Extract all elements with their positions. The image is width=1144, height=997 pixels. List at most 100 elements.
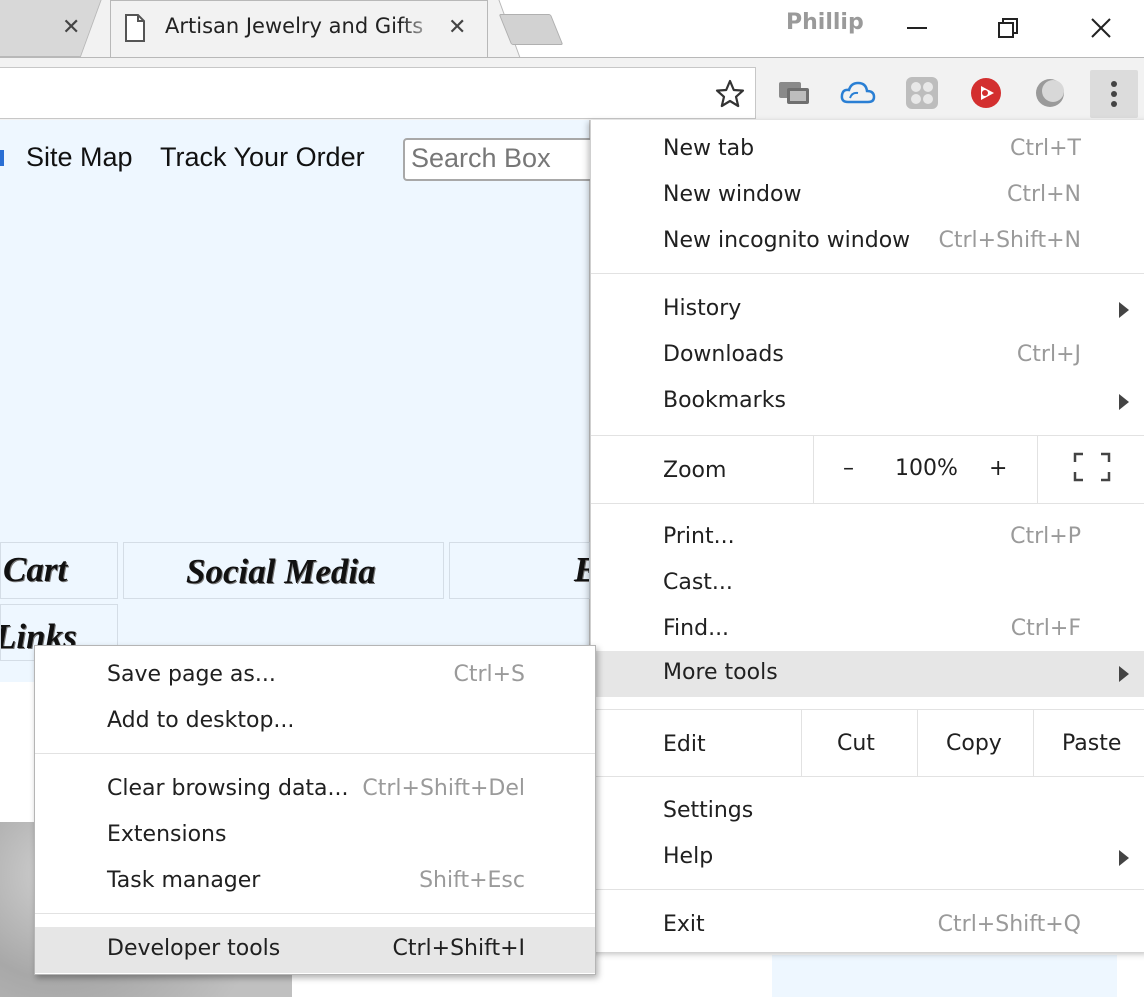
submenu-label: Task manager	[107, 868, 261, 893]
submenu-developer-tools[interactable]: Developer tools Ctrl+Shift+I	[35, 927, 595, 973]
submenu-label: Add to desktop...	[107, 708, 295, 733]
play-icon[interactable]	[967, 74, 1005, 112]
menu-new-window[interactable]: New window Ctrl+N	[591, 173, 1144, 219]
menu-label: New window	[663, 182, 802, 207]
menu-label: Print...	[663, 524, 735, 549]
menu-label: New incognito window	[663, 228, 911, 253]
submenu-shortcut: Ctrl+S	[453, 662, 525, 687]
submenu-shortcut: Shift+Esc	[419, 868, 525, 893]
menu-label: Cast...	[663, 570, 733, 595]
menu-label: Exit	[663, 912, 705, 937]
submenu-add-desktop[interactable]: Add to desktop...	[35, 699, 595, 745]
menu-label: More tools	[663, 660, 778, 685]
address-bar[interactable]	[0, 67, 756, 119]
submenu-shortcut: Ctrl+Shift+I	[392, 936, 525, 961]
edit-divider	[1033, 710, 1034, 776]
menu-print[interactable]: Print... Ctrl+P	[591, 515, 1144, 561]
cell-social-media[interactable]: Social Media	[123, 542, 444, 599]
page-bottom-blue	[772, 955, 1117, 997]
chat-icon[interactable]	[775, 74, 813, 112]
zoom-divider	[813, 436, 814, 503]
menu-separator	[591, 776, 1144, 777]
menu-zoom: Zoom	[591, 449, 1144, 495]
edit-divider	[917, 710, 918, 776]
cell-social-label: Social Media	[186, 552, 376, 591]
tab-close-icon[interactable]: ✕	[62, 17, 80, 39]
profile-name[interactable]: Phillip	[786, 10, 864, 35]
nav-track-order[interactable]: Track Your Order	[160, 142, 365, 173]
menu-label: Find...	[663, 616, 730, 641]
edit-paste-button[interactable]: Paste	[1062, 731, 1121, 756]
tab-title-fade	[400, 4, 440, 54]
menu-bookmarks[interactable]: Bookmarks	[591, 379, 1144, 425]
nav-site-map[interactable]: Site Map	[26, 142, 133, 173]
submenu-extensions[interactable]: Extensions	[35, 813, 595, 859]
menu-label: History	[663, 296, 742, 321]
submenu-save-page[interactable]: Save page as... Ctrl+S	[35, 653, 595, 699]
tab-close-icon[interactable]: ✕	[448, 17, 466, 39]
menu-history[interactable]: History	[591, 287, 1144, 333]
menu-separator	[591, 889, 1144, 890]
submenu-label: Save page as...	[107, 662, 276, 687]
edit-copy-button[interactable]: Copy	[946, 731, 1002, 756]
zoom-level: 100%	[895, 456, 958, 481]
nav-marker	[0, 150, 4, 166]
menu-shortcut: Ctrl+Shift+Q	[937, 912, 1081, 937]
submenu-clear-data[interactable]: Clear browsing data... Ctrl+Shift+Del	[35, 767, 595, 813]
menu-separator	[591, 273, 1144, 274]
menu-settings[interactable]: Settings	[591, 789, 1144, 835]
menu-label: Settings	[663, 798, 754, 823]
minimize-icon[interactable]	[897, 10, 937, 46]
menu-label: Downloads	[663, 342, 784, 367]
menu-shortcut: Ctrl+F	[1010, 616, 1081, 641]
menu-new-tab[interactable]: New tab Ctrl+T	[591, 127, 1144, 173]
menu-cast[interactable]: Cast...	[591, 561, 1144, 607]
menu-label: Bookmarks	[663, 388, 786, 413]
cell-cart[interactable]: Cart	[0, 542, 118, 599]
menu-shortcut: Ctrl+Shift+N	[938, 228, 1081, 253]
cell-partial[interactable]: E	[449, 542, 590, 599]
zoom-out-button[interactable]: –	[843, 456, 854, 481]
menu-shortcut: Ctrl+T	[1009, 136, 1081, 161]
menu-new-incognito[interactable]: New incognito window Ctrl+Shift+N	[591, 219, 1144, 265]
menu-separator	[591, 503, 1144, 504]
fullscreen-icon[interactable]	[1073, 452, 1111, 486]
more-tools-submenu: Save page as... Ctrl+S Add to desktop...…	[34, 645, 596, 975]
menu-exit[interactable]: Exit Ctrl+Shift+Q	[591, 903, 1144, 949]
submenu-separator	[35, 913, 595, 914]
menu-find[interactable]: Find... Ctrl+F	[591, 607, 1144, 653]
menu-separator	[591, 435, 1144, 436]
edit-divider	[801, 710, 802, 776]
search-input[interactable]: Search Box	[403, 138, 603, 181]
circle-icon[interactable]	[1031, 74, 1069, 112]
submenu-arrow-icon	[1119, 850, 1129, 866]
zoom-divider	[1037, 436, 1038, 503]
menu-shortcut: Ctrl+N	[1006, 182, 1081, 207]
page-icon	[124, 14, 146, 46]
dots-app-icon[interactable]	[903, 74, 941, 112]
menu-more-tools[interactable]: More tools	[591, 651, 1144, 697]
submenu-label: Developer tools	[107, 936, 281, 961]
submenu-arrow-icon	[1119, 394, 1129, 410]
tab-title: Artisan Jewelry and Gifts	[165, 14, 424, 38]
restore-icon[interactable]	[988, 10, 1028, 46]
close-window-icon[interactable]	[1081, 10, 1121, 46]
menu-label: New tab	[663, 136, 755, 161]
edit-cut-button[interactable]: Cut	[837, 731, 875, 756]
submenu-label: Clear browsing data...	[107, 776, 349, 801]
menu-downloads[interactable]: Downloads Ctrl+J	[591, 333, 1144, 379]
menu-kebab-icon[interactable]	[1090, 70, 1138, 118]
zoom-in-button[interactable]: +	[989, 456, 1007, 481]
star-icon[interactable]	[714, 78, 746, 114]
cloud-icon[interactable]	[839, 74, 877, 112]
cell-cart-label: Cart	[3, 550, 68, 589]
menu-label: Zoom	[663, 458, 727, 483]
browser-menu: New tab Ctrl+T New window Ctrl+N New inc…	[590, 120, 1144, 952]
menu-help[interactable]: Help	[591, 835, 1144, 881]
menu-label: Help	[663, 844, 714, 869]
submenu-separator	[35, 753, 595, 754]
menu-label: Edit	[663, 732, 706, 757]
cell-partial-label: E	[574, 550, 589, 590]
submenu-task-manager[interactable]: Task manager Shift+Esc	[35, 859, 595, 905]
submenu-arrow-icon	[1119, 666, 1129, 682]
